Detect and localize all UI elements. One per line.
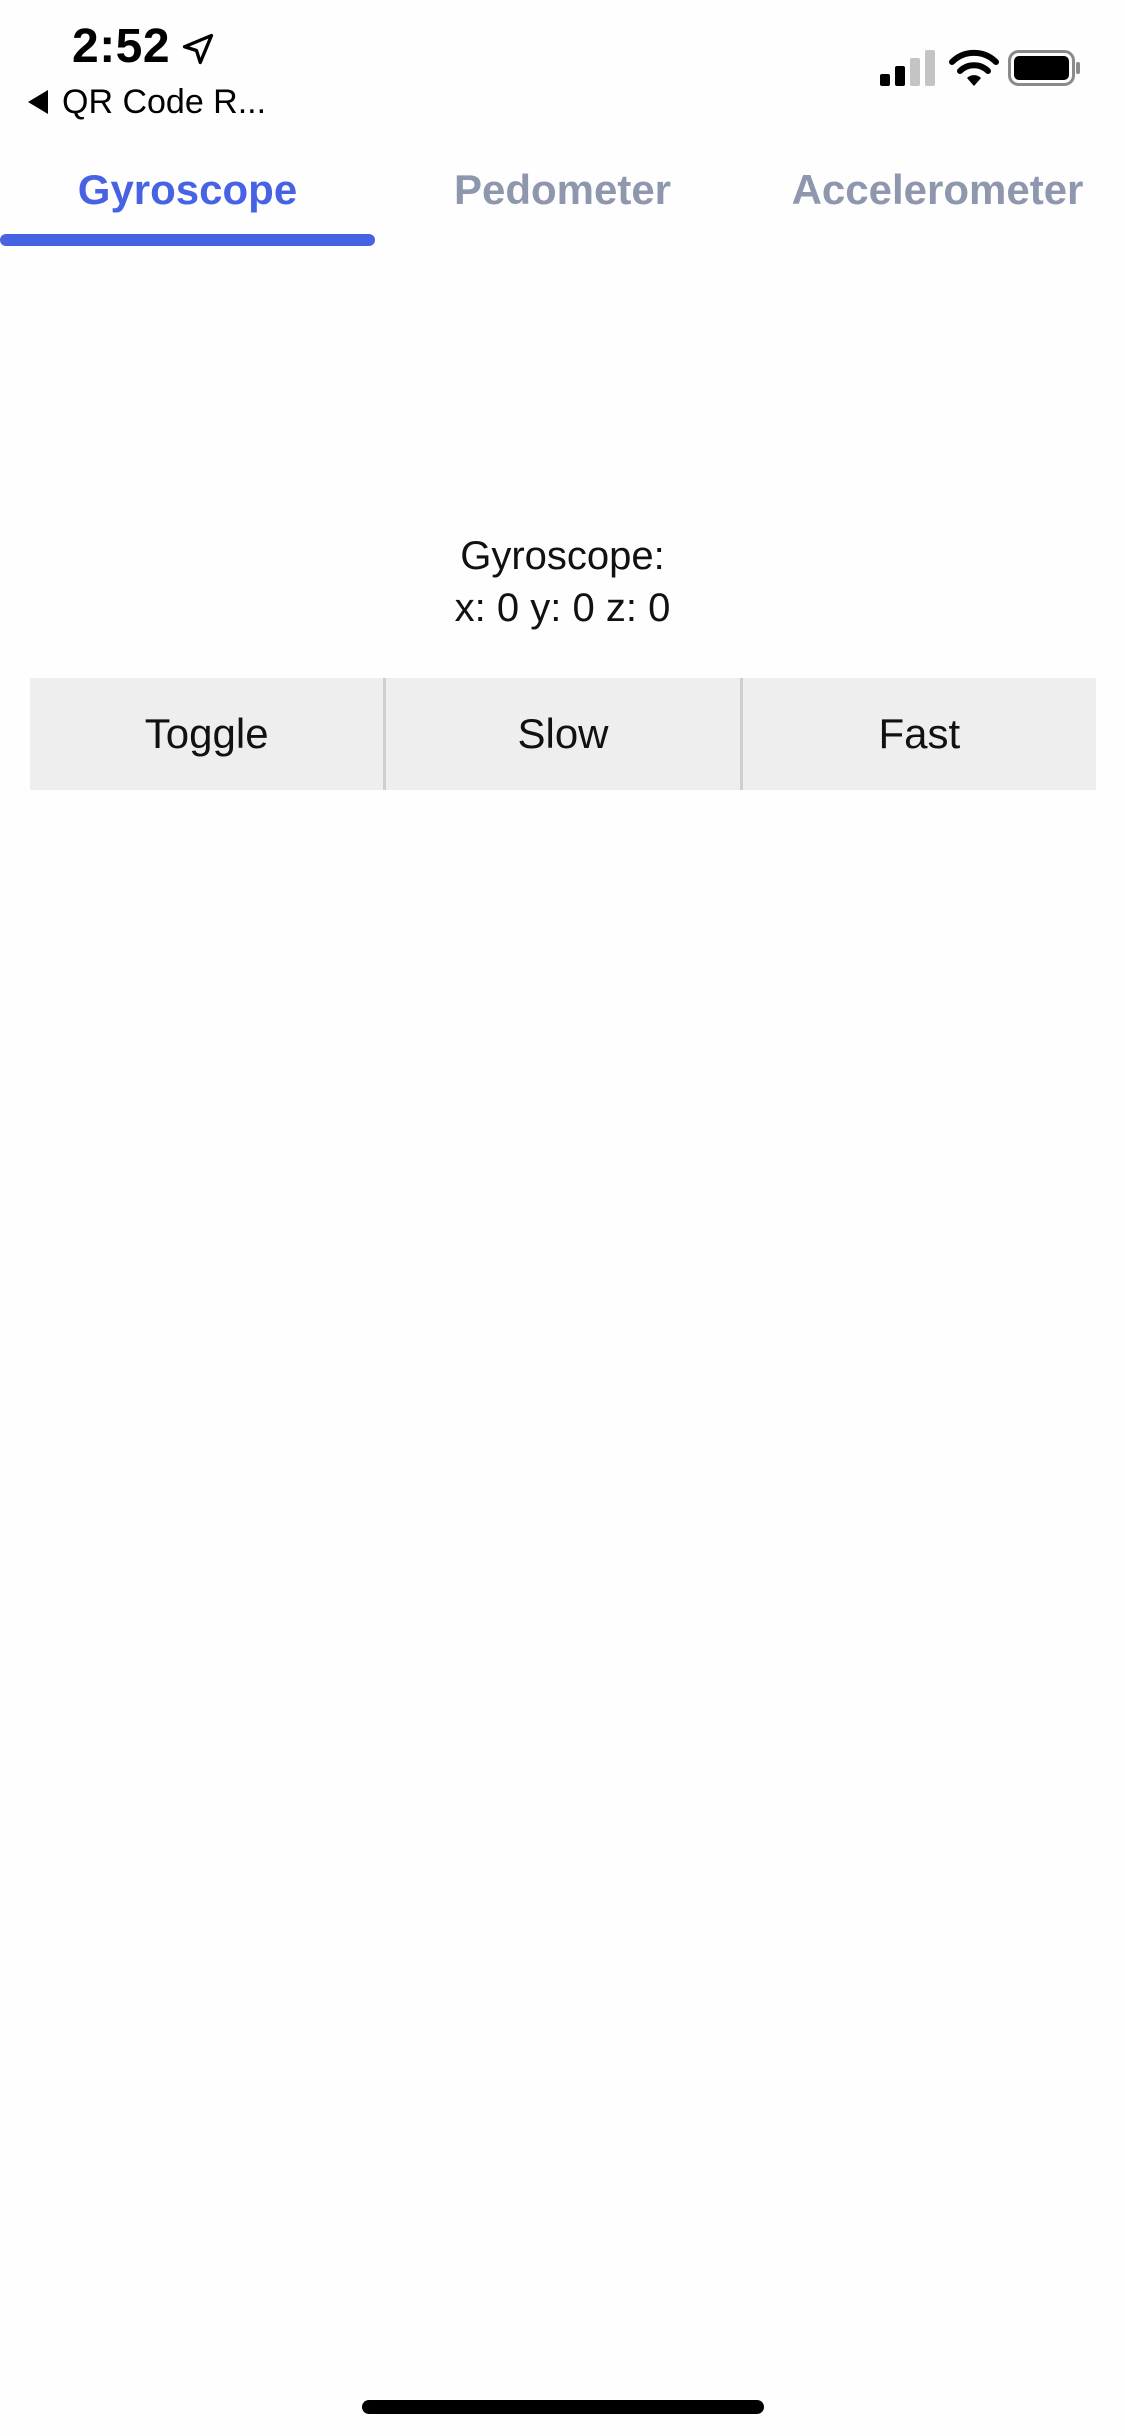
status-bar: 2:52 QR Code R... <box>0 0 1125 130</box>
status-time-group: 2:52 <box>72 18 216 76</box>
location-arrow-icon <box>182 33 214 65</box>
readout-title: Gyroscope: <box>460 534 665 578</box>
back-to-app-button[interactable]: QR Code R... <box>28 80 266 124</box>
home-indicator[interactable] <box>362 2400 764 2414</box>
cellular-signal-icon <box>880 50 935 86</box>
gyroscope-readout: Gyroscope: x: 0 y: 0 z: 0 <box>0 530 1125 634</box>
slow-button[interactable]: Slow <box>383 678 739 790</box>
status-time: 2:52 <box>72 20 171 73</box>
battery-icon <box>1008 50 1080 86</box>
wifi-icon <box>949 49 999 86</box>
fast-button[interactable]: Fast <box>739 678 1096 790</box>
tab-pedometer[interactable]: Pedometer <box>375 150 750 250</box>
back-triangle-icon <box>28 90 48 114</box>
active-tab-indicator <box>0 234 375 246</box>
toggle-button[interactable]: Toggle <box>30 678 383 790</box>
control-button-row: Toggle Slow Fast <box>30 678 1096 790</box>
readout-values: x: 0 y: 0 z: 0 <box>454 586 671 630</box>
tab-accelerometer[interactable]: Accelerometer <box>750 150 1125 250</box>
back-app-label: QR Code R... <box>62 83 267 121</box>
